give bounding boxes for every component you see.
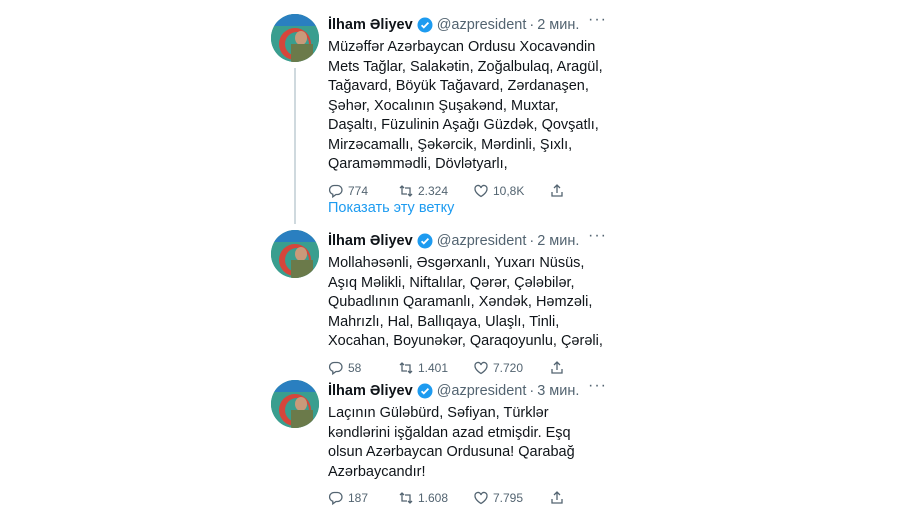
- reply-button[interactable]: 58: [328, 360, 398, 376]
- tweet-text-line: olsun Azərbaycan Ordusuna! Qarabağ: [328, 444, 575, 460]
- author-handle[interactable]: @azpresident: [437, 383, 527, 399]
- retweet-button[interactable]: 1.401: [398, 360, 473, 376]
- tweet-text-line: Xocahan, Boyunəkər, Qaraqoyunlu, Çərəli,: [328, 333, 603, 349]
- author-name[interactable]: İlham Əliyev: [328, 233, 413, 249]
- share-button[interactable]: [549, 183, 569, 199]
- tweet-text-line: Qubadlının Qaramanlı, Xəndək, Həmzəli,: [328, 294, 593, 310]
- tweet-text: Müzəffər Azərbaycan Ordusu Xocavəndin Me…: [328, 38, 620, 175]
- verified-badge-icon: [417, 383, 433, 399]
- share-icon: [551, 491, 563, 504]
- tweet-text-line: Mollahəsənli, Əsgərxanlı, Yuxarı Nüsüs,: [328, 255, 585, 271]
- tweet-text: Laçının Güləbürd, Səfiyan, Türklər kəndl…: [328, 404, 620, 482]
- tweet-actions: 187 1.608 7.795: [328, 488, 620, 508]
- tweet-text-line: Qaraməmmədli, Dövlətyarlı,: [328, 156, 508, 172]
- separator-dot: ·: [529, 383, 535, 399]
- retweet-icon: [399, 361, 413, 374]
- like-icon: [474, 361, 488, 374]
- avatar[interactable]: [271, 230, 319, 278]
- timestamp[interactable]: 2 мин.: [537, 17, 579, 33]
- share-icon: [551, 183, 563, 197]
- verified-badge-icon: [417, 233, 433, 249]
- like-icon: [474, 184, 488, 197]
- like-count: 7.795: [493, 491, 524, 505]
- reply-button[interactable]: 774: [328, 183, 398, 199]
- author-handle[interactable]: @azpresident: [437, 233, 527, 249]
- author-name[interactable]: İlham Əliyev: [328, 17, 413, 33]
- separator-dot: ·: [529, 233, 535, 249]
- tweet-text-line: Aşıq Məlikli, Niftalılar, Qərər, Çələbil…: [328, 274, 575, 291]
- tweet-text-line: Mets Tağlar, Salakətin, Zoğalbulaq, Arag…: [328, 58, 603, 75]
- timestamp[interactable]: 3 мин.: [537, 383, 579, 399]
- tweet-actions: 774 2.324 10,8K: [328, 181, 620, 201]
- like-count: 10,8K: [493, 183, 525, 198]
- tweet-actions: 58 1.401 7.720: [328, 358, 620, 378]
- separator-dot: ·: [529, 17, 535, 33]
- reply-count: 187: [348, 491, 369, 505]
- share-button[interactable]: [549, 490, 569, 506]
- author-name[interactable]: İlham Əliyev: [328, 383, 413, 399]
- tweet-text-line: Mahrızlı, Hal, Ballıqaya, Ulaşlı, Tinli,: [328, 313, 560, 330]
- more-options-icon[interactable]: ···: [588, 378, 606, 394]
- like-icon: [474, 491, 488, 505]
- tweet-text-line: Müzəffər Azərbaycan Ordusu Xocavəndin: [328, 39, 596, 55]
- retweet-icon: [399, 492, 413, 504]
- share-button[interactable]: [549, 360, 569, 376]
- tweet-text-line: Tağavard, Böyük Tağavard, Zərdanaşen,: [328, 78, 589, 94]
- more-options-icon[interactable]: ···: [588, 228, 606, 244]
- like-button[interactable]: 7.720: [473, 360, 549, 376]
- reply-count: 774: [348, 183, 369, 198]
- tweet-text-line: Azərbaycandır!: [328, 463, 426, 480]
- tweet-text-line: Daşaltı, Füzulinin Aşağı Güzdək, Qovşatl…: [328, 117, 599, 133]
- avatar[interactable]: [271, 14, 319, 62]
- retweet-count: 1.401: [418, 360, 449, 375]
- retweet-button[interactable]: 1.608: [398, 490, 473, 506]
- verified-badge-icon: [417, 17, 433, 33]
- retweet-icon: [399, 184, 413, 197]
- retweet-count: 1.608: [418, 491, 449, 505]
- reply-button[interactable]: 187: [328, 490, 398, 506]
- timestamp[interactable]: 2 мин.: [537, 233, 579, 249]
- more-options-icon[interactable]: ···: [588, 12, 606, 28]
- tweet-feed: İlham Əliyev @azpresident · 2 мин. ··· M…: [258, 0, 630, 506]
- reply-icon: [328, 361, 343, 375]
- reply-count: 58: [348, 360, 362, 375]
- like-count: 7.720: [493, 360, 524, 375]
- like-button[interactable]: 7.795: [473, 490, 549, 506]
- tweet-text: Mollahəsənli, Əsgərxanlı, Yuxarı Nüsüs, …: [328, 254, 620, 352]
- tweet-text-line: Laçının Güləbürd, Səfiyan, Türklər: [328, 405, 549, 421]
- show-thread-link[interactable]: Показать эту ветку: [328, 200, 454, 216]
- tweet-text-line: Şəhər, Xocalının Şuşakənd, Muxtar,: [328, 97, 559, 114]
- tweet-text-line: Mirzəcamallı, Şəkərcik, Mərdinli, Şıxlı,: [328, 136, 573, 153]
- retweet-button[interactable]: 2.324: [398, 183, 473, 199]
- thread-connector-line: [294, 68, 296, 224]
- reply-icon: [328, 184, 343, 198]
- retweet-count: 2.324: [418, 183, 449, 198]
- author-handle[interactable]: @azpresident: [437, 17, 527, 33]
- avatar[interactable]: [271, 380, 319, 428]
- share-icon: [551, 360, 563, 374]
- reply-icon: [328, 491, 343, 506]
- tweet-text-line: kəndlərini işğaldan azad etmişdir. Eşq: [328, 424, 571, 441]
- like-button[interactable]: 10,8K: [473, 183, 549, 199]
